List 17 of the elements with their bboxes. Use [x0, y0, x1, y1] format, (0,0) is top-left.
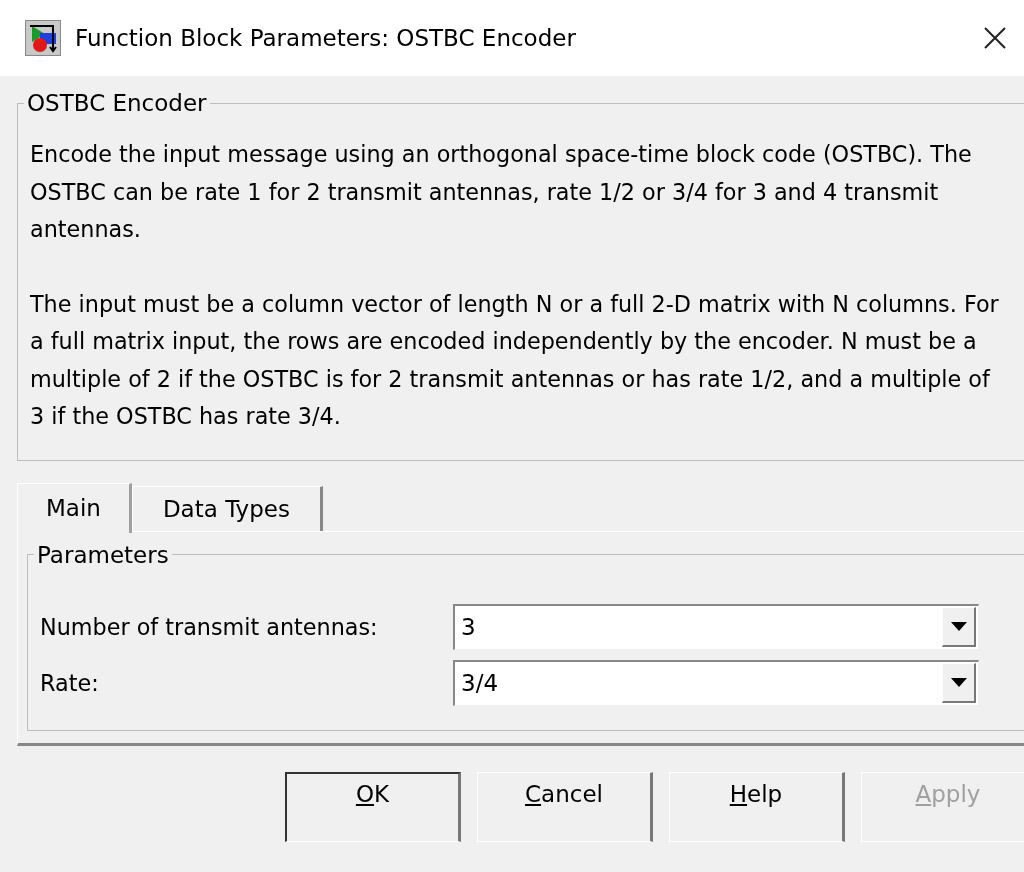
- group-title: Parameters: [36, 541, 170, 568]
- description-text: The input must be a column vector of length N or a full 2-D matrix with N columns. For a full matrix input, the rows are encoded independently by the encoder. N must be a multiple of 2 if the OSTBC is for 2 transmit antennas or has rate 1/2, and a multiple of 3 if the OSTBC has rate 3/4.: [30, 289, 1000, 431]
- tab[interactable]: Main: [17, 482, 132, 533]
- caret-icon: [950, 678, 967, 687]
- dialog-button[interactable]: OK: [285, 771, 461, 842]
- block-diagram-icon: [25, 20, 61, 56]
- dropdown-field[interactable]: 3/4: [453, 659, 979, 706]
- window-title: Function Block Parameters: OSTBC Encoder: [75, 25, 577, 51]
- dialog-button[interactable]: Cancel: [477, 771, 653, 842]
- dropdown-field[interactable]: 3: [453, 603, 979, 650]
- caret-icon: [950, 622, 967, 631]
- dialog-button[interactable]: Help: [669, 771, 845, 842]
- group-title: OSTBC Encoder: [26, 90, 208, 116]
- field-label: Number of transmit antennas:: [40, 613, 379, 640]
- description-text: Encode the input message using an orthogonal space-time block code (OSTBC). The OSTBC can be rate 1 for 2 transmit antennas, rate 1/2 or 3/4 for 3 and 4 transmit antennas.: [30, 140, 973, 244]
- tab[interactable]: Data Types: [131, 485, 323, 531]
- field-label: Rate:: [40, 669, 100, 696]
